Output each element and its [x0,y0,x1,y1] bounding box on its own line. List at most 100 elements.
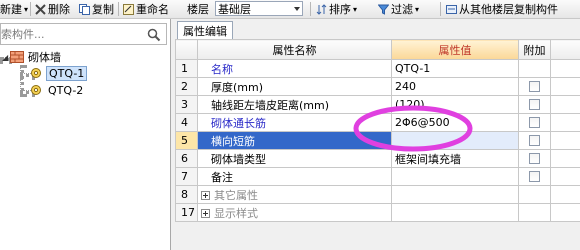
extra-cell [518,185,551,204]
search-box[interactable]: 索构件... [0,23,167,45]
property-value[interactable]: 2Φ6@500 [391,113,519,132]
row-number: 8 [175,185,198,204]
row-number: 4 [175,113,198,132]
property-name: 砌体墙类型 [197,149,392,168]
tree-node-label: 砌体墙 [28,51,61,64]
spacer-cell [550,131,580,150]
property-value[interactable]: 框架间填充墙 [391,149,519,168]
extra-checkbox[interactable] [529,171,540,182]
column-header-value[interactable]: 属性值 [391,39,519,60]
table-row[interactable]: 4 砌体通长筋 2Φ6@500 [175,113,580,132]
group-name-cell: 显示样式 [197,203,392,222]
gear-icon [30,84,42,96]
row-number: 2 [175,77,198,96]
rename-label: 重命名 [136,3,169,16]
search-icon[interactable] [147,28,161,42]
floor-label: 楼层 [187,3,209,16]
copy-button[interactable]: 复制 [79,0,114,18]
property-value[interactable] [391,131,519,150]
column-header-spacer [550,39,580,60]
dropdown-arrow-icon: ▾ [24,4,29,14]
component-tree-panel: 索构件... ◢ 砌体墙 QTQ-1 QTQ-2 [0,19,171,250]
spacer-cell [550,185,580,204]
row-number: 3 [175,95,198,114]
rename-button[interactable]: 重命名 [123,0,169,18]
delete-button[interactable]: 删除 [35,0,70,18]
group-label: 显示样式 [214,206,258,220]
extra-cell [518,113,551,132]
extra-checkbox[interactable] [529,81,540,92]
property-name: 横向短筋 [197,131,392,150]
collapse-toggle-icon[interactable]: ◢ [2,53,9,62]
copy-label: 复制 [92,3,114,16]
copy-from-floor-icon [446,4,457,15]
filter-icon [377,4,390,15]
extra-cell [518,203,551,222]
tab-label: 属性编辑 [183,24,227,38]
tree-node-label: QTQ-1 [46,65,88,81]
tree-node-label: QTQ-2 [48,83,84,97]
extra-checkbox[interactable] [529,135,540,146]
property-value[interactable] [391,167,519,186]
floor-select[interactable]: 基础层 [215,1,303,16]
column-header-extra[interactable]: 附加 [518,39,551,60]
row-number: 5 [175,131,198,150]
extra-cell [518,131,551,150]
tree-node-qtq-1[interactable]: QTQ-1 [30,65,88,81]
row-number: 6 [175,149,198,168]
row-number-header [175,39,198,60]
extra-checkbox[interactable] [529,117,540,128]
extra-checkbox[interactable] [529,153,540,164]
extra-checkbox[interactable] [529,99,540,110]
floor-value: 基础层 [218,2,251,16]
property-name: 名称 [197,59,392,78]
group-row[interactable]: 17 显示样式 [175,203,580,222]
extra-cell [518,59,551,78]
dropdown-arrow-icon: ▾ [415,4,420,14]
column-header-name[interactable]: 属性名称 [197,39,392,60]
new-button[interactable]: 新建 ▾ [0,0,28,18]
tab-property-edit[interactable]: 属性编辑 [177,21,233,39]
search-placeholder: 索构件... [1,28,45,41]
tree-node-masonry-wall[interactable]: ◢ 砌体墙 [2,49,61,65]
table-row[interactable]: 1 名称 QTQ-1 [175,59,580,78]
property-panel: 属性编辑 属性名称 属性值 附加 1 名称 QTQ-1 2 厚度(mm) 240 [172,19,580,250]
property-value[interactable]: QTQ-1 [391,59,519,78]
filter-button[interactable]: 过滤 ▾ [377,0,420,18]
expand-plus-icon[interactable] [201,209,210,218]
property-value [391,185,519,204]
property-name: 备注 [197,167,392,186]
copy-from-floor-label: 从其他楼层复制构件 [459,3,558,16]
extra-cell [518,77,551,96]
sort-label: 排序 [329,3,351,16]
chevron-down-icon [294,7,300,11]
property-value[interactable]: 240 [391,77,519,96]
grid-header-row: 属性名称 属性值 附加 [175,39,580,60]
sort-button[interactable]: 排序 ▾ [316,0,357,18]
expand-plus-icon[interactable] [201,191,210,200]
table-row[interactable]: 6 砌体墙类型 框架间填充墙 [175,149,580,168]
dropdown-arrow-icon: ▾ [353,4,358,14]
row-number: 1 [175,59,198,78]
property-value [391,203,519,222]
row-number: 17 [175,203,198,222]
spacer-cell [550,167,580,186]
toolbar: 新建 ▾ 删除 复制 重命名 楼层 基础层 排序 ▾ 过滤 ▾ 从其他楼层复制构… [0,0,580,19]
rename-icon [123,3,134,15]
table-row[interactable]: 3 轴线距左墙皮距离(mm) (120) [175,95,580,114]
group-row[interactable]: 8 其它属性 [175,185,580,204]
tree-node-qtq-2[interactable]: QTQ-2 [30,82,83,98]
spacer-cell [550,203,580,222]
table-row[interactable]: 2 厚度(mm) 240 [175,77,580,96]
delete-label: 删除 [48,3,70,16]
property-name: 砌体通长筋 [197,113,392,132]
table-row[interactable]: 7 备注 [175,167,580,186]
property-value[interactable]: (120) [391,95,519,114]
copy-from-floor-button[interactable]: 从其他楼层复制构件 [446,0,558,18]
table-row-selected[interactable]: 5 横向短筋 [175,131,580,150]
spacer-cell [550,149,580,168]
sort-icon [316,3,327,15]
group-name-cell: 其它属性 [197,185,392,204]
property-name: 轴线距左墙皮距离(mm) [197,95,392,114]
row-number: 7 [175,167,198,186]
